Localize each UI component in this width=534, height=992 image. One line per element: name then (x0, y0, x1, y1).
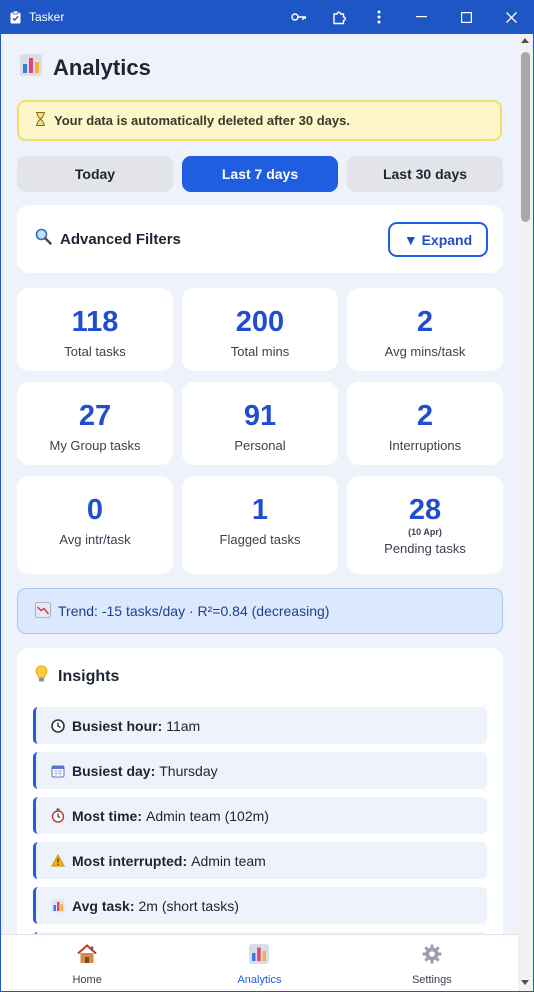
bar-chart-icon (248, 943, 270, 970)
filters-title: Advanced Filters (60, 230, 181, 248)
vertical-scrollbar[interactable] (518, 34, 533, 991)
window-titlebar: Tasker (0, 0, 534, 34)
stat-sublabel: (10 Apr) (408, 527, 442, 537)
stat-value: 200 (235, 306, 285, 338)
gear-icon (421, 943, 443, 970)
nav-settings[interactable]: Settings (346, 935, 518, 991)
scroll-up-arrow-icon[interactable] (521, 38, 529, 43)
insight-label: Most time: (72, 807, 142, 824)
trend-banner: Trend: -15 tasks/day · R²=0.84 (decreasi… (17, 588, 503, 634)
insight-label: Most interrupted: (72, 852, 188, 869)
scrollbar-thumb[interactable] (521, 52, 530, 222)
clock-icon (50, 718, 66, 733)
stat-label: Avg intr/task (59, 532, 131, 547)
maximize-icon[interactable] (444, 0, 489, 34)
stat-card: 2 Avg mins/task (347, 288, 503, 371)
stat-card: 1 Flagged tasks (182, 476, 338, 574)
stat-card: 118 Total tasks (17, 288, 173, 371)
minimize-icon[interactable] (399, 0, 444, 34)
scroll-down-arrow-icon[interactable] (521, 980, 529, 985)
app-window: Analytics Your data is automatically del… (1, 34, 533, 991)
insight-item: Most time: Admin team (102m) (33, 797, 487, 834)
insight-value: Admin team (191, 852, 266, 869)
stat-card: 28 (10 Apr) Pending tasks (347, 476, 503, 574)
lightbulb-icon (35, 665, 48, 688)
bar-chart-icon (50, 899, 66, 913)
insight-value: 11am (166, 717, 201, 734)
insights-title: Insights (58, 667, 120, 685)
trend-chart-icon (35, 601, 51, 621)
insight-value: 2m (short tasks) (138, 897, 239, 914)
extensions-icon[interactable] (319, 0, 359, 34)
stat-value: 0 (86, 494, 104, 526)
stat-label: Pending tasks (384, 541, 466, 556)
window-title: Tasker (29, 10, 65, 24)
insight-label: Avg task: (72, 897, 135, 914)
stat-value: 28 (408, 494, 442, 526)
stat-label: My Group tasks (49, 438, 141, 453)
bottom-navigation: Home Analytics Settings (1, 934, 518, 991)
insight-item: Avg task: 2m (short tasks) (33, 887, 487, 924)
house-icon (76, 943, 98, 970)
stat-value: 1 (251, 494, 269, 526)
stat-label: Flagged tasks (219, 532, 301, 547)
stat-card: 0 Avg intr/task (17, 476, 173, 574)
stat-value: 27 (78, 400, 112, 432)
warning-icon (50, 854, 66, 867)
nav-settings-label: Settings (411, 974, 452, 986)
insight-label: Busiest hour: (72, 717, 163, 734)
stat-label: Personal (234, 438, 286, 453)
nav-analytics[interactable]: Analytics (173, 935, 345, 991)
insight-item: Busiest day: Thursday (33, 752, 487, 789)
app-icon (8, 10, 22, 24)
magnifier-icon (35, 228, 52, 250)
trend-text: Trend: -15 tasks/day · R²=0.84 (decreasi… (58, 603, 330, 619)
insight-item: Busiest hour: 11am (33, 707, 487, 744)
expand-filters-button[interactable]: ▼ Expand (388, 222, 488, 257)
hourglass-icon (35, 112, 46, 129)
retention-notice: Your data is automatically deleted after… (17, 100, 502, 141)
insights-header: Insights (35, 665, 119, 688)
calendar-icon (50, 764, 66, 778)
page-title-text: Analytics (53, 54, 151, 80)
tab-last-7-days[interactable]: Last 7 days (182, 156, 338, 192)
insight-value: Admin team (102m) (146, 807, 269, 824)
stat-label: Interruptions (388, 438, 462, 453)
stat-card: 2 Interruptions (347, 382, 503, 465)
stopwatch-icon (50, 808, 66, 823)
insight-item: Most interrupted: Admin team (33, 842, 487, 879)
stat-label: Total mins (230, 344, 290, 359)
tab-last-30-days[interactable]: Last 30 days (347, 156, 503, 192)
stat-label: Avg mins/task (384, 344, 466, 359)
nav-home-label: Home (72, 974, 102, 986)
insight-value: Thursday (159, 762, 218, 779)
stat-value: 2 (416, 400, 434, 432)
insights-card: Insights Busiest hour: 11am Busiest day:… (17, 648, 503, 934)
stat-value: 118 (71, 306, 119, 338)
stat-value: 91 (243, 400, 277, 432)
bar-chart-icon (19, 53, 43, 82)
notice-text: Your data is automatically deleted after… (54, 113, 350, 128)
date-range-tabs: Today Last 7 days Last 30 days (17, 156, 503, 192)
close-icon[interactable] (489, 0, 534, 34)
advanced-filters-card: Advanced Filters ▼ Expand (17, 205, 503, 273)
main-content: Analytics Your data is automatically del… (1, 34, 518, 934)
stat-label: Total tasks (64, 344, 126, 359)
stat-card: 27 My Group tasks (17, 382, 173, 465)
nav-home[interactable]: Home (1, 935, 173, 991)
tab-today[interactable]: Today (17, 156, 173, 192)
stat-card: 200 Total mins (182, 288, 338, 371)
page-title: Analytics (19, 53, 151, 82)
insight-label: Busiest day: (72, 762, 156, 779)
more-menu-icon[interactable] (359, 0, 399, 34)
key-icon[interactable] (279, 0, 319, 34)
stat-value: 2 (416, 306, 434, 338)
nav-analytics-label: Analytics (237, 974, 282, 986)
stat-card: 91 Personal (182, 382, 338, 465)
